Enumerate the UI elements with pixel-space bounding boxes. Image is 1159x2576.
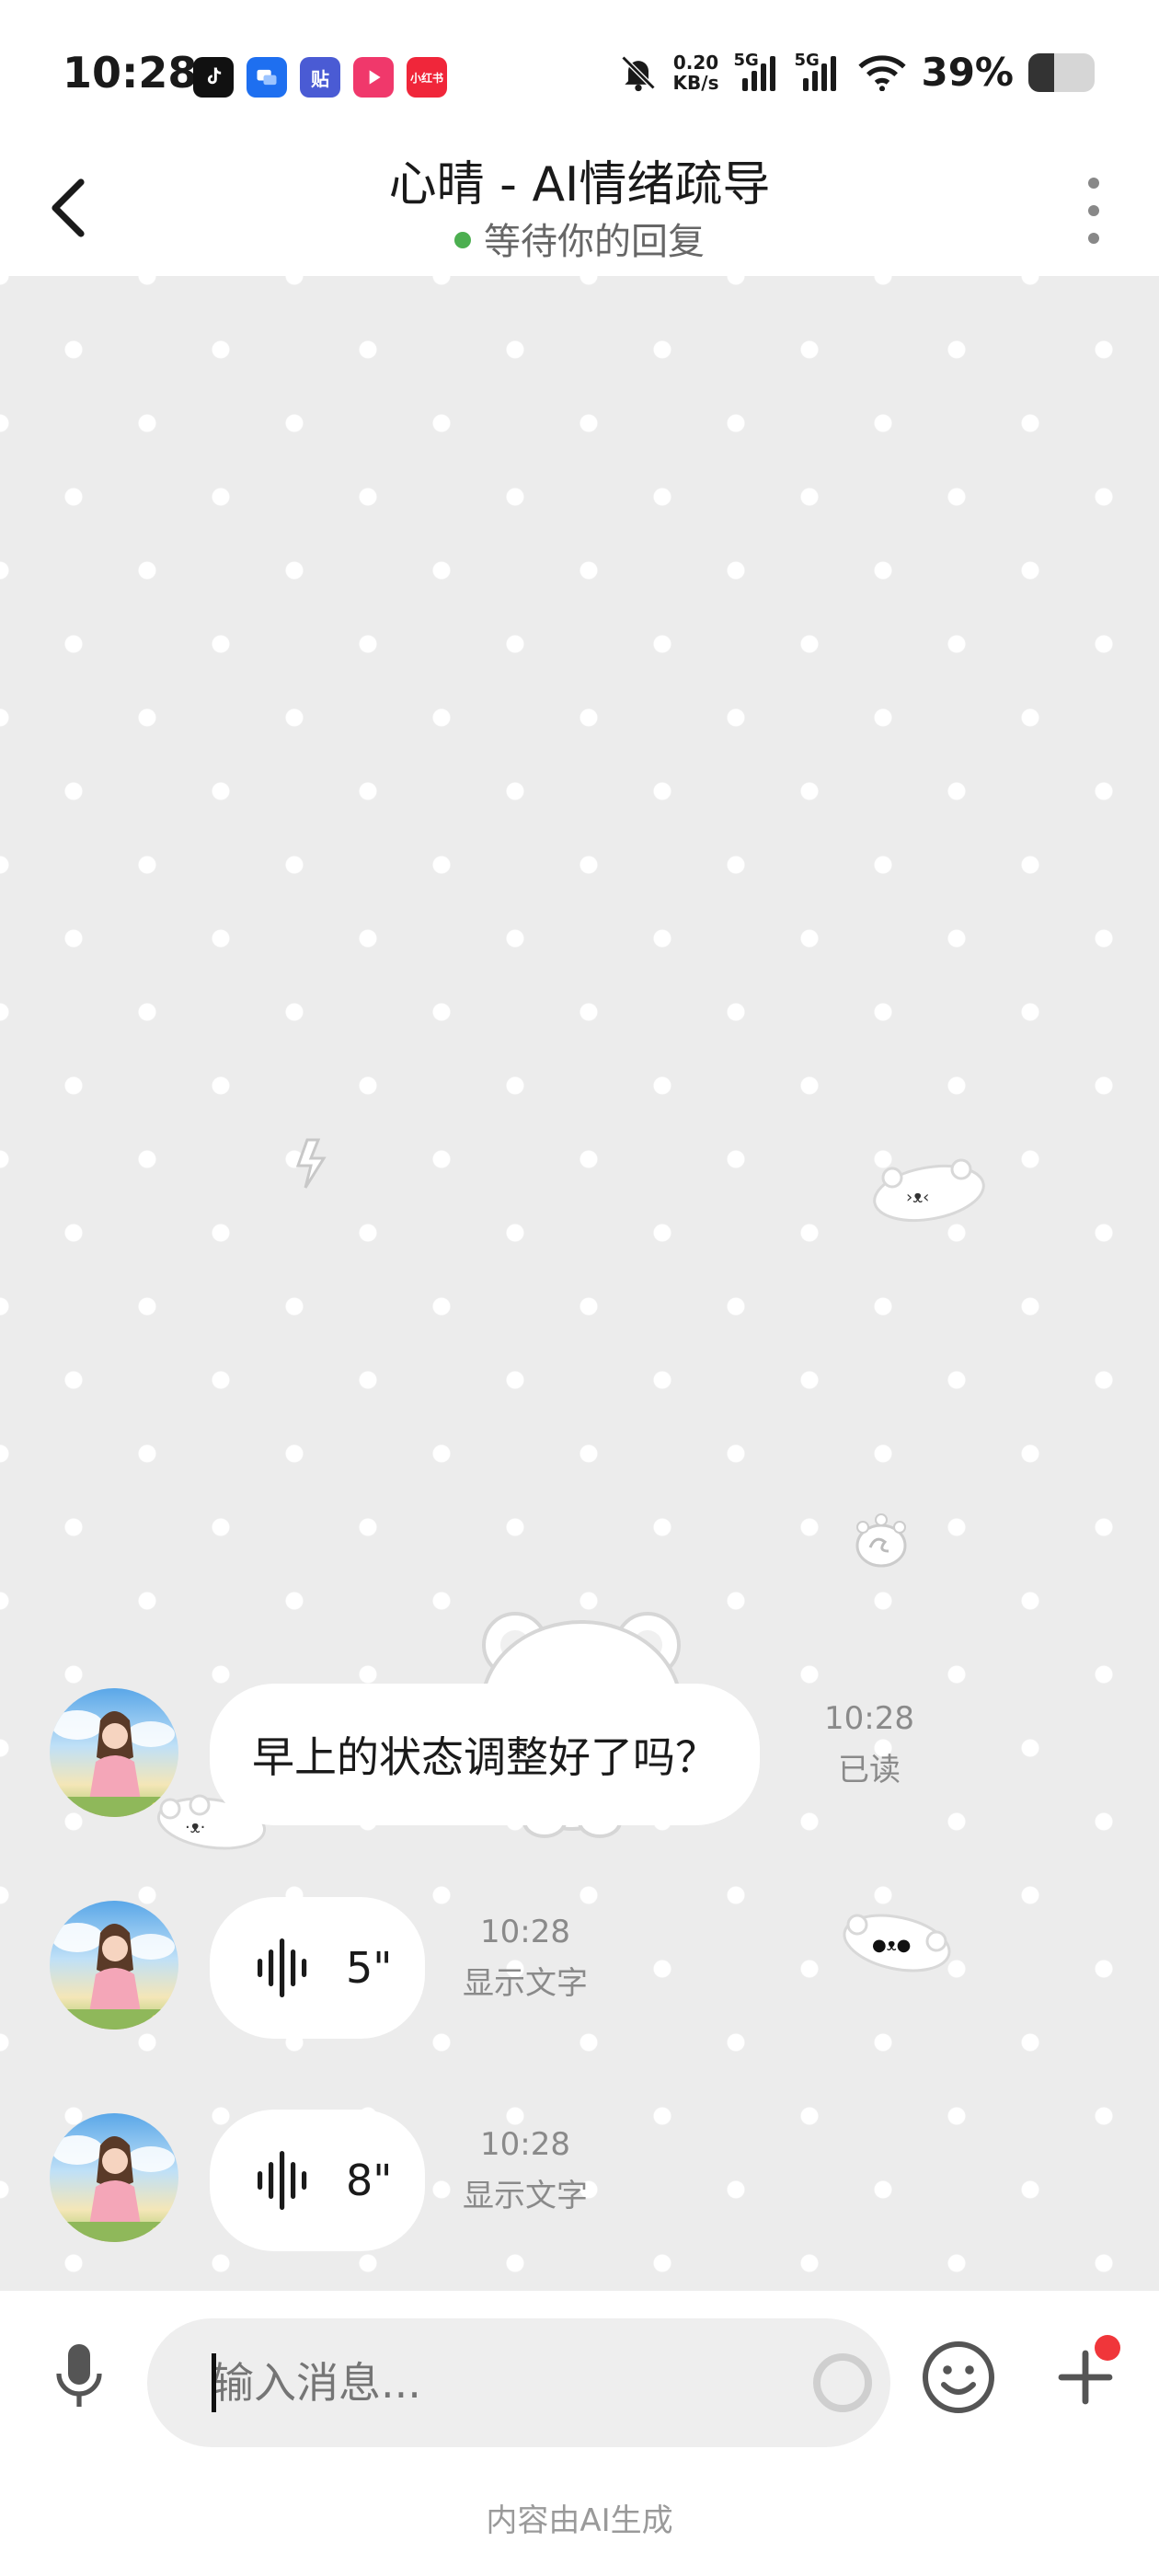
ai-avatar[interactable]	[50, 1901, 178, 2030]
text-cursor	[212, 2353, 216, 2412]
battery-icon	[1028, 52, 1095, 92]
tiktok-icon	[193, 57, 234, 98]
sparkle-icon	[295, 1138, 327, 1189]
xiaohongshu-icon: 小红书	[407, 57, 447, 98]
input-bar: 内容由AI生成	[0, 2291, 1159, 2576]
message-input[interactable]	[212, 2358, 727, 2408]
chat-status: 等待你的回复	[0, 212, 1159, 265]
smiley-icon	[923, 2341, 994, 2413]
message-meta: 10:28 已读	[809, 1693, 929, 1796]
voice-message-bubble[interactable]: 5"	[210, 1897, 425, 2039]
message-meta: 10:28 显示文字	[456, 2119, 594, 2222]
paw-icon	[855, 1513, 907, 1568]
voice-input-button[interactable]	[52, 2340, 107, 2414]
message-time: 10:28	[480, 1914, 570, 1950]
chat-area[interactable]: ›ᴥ‹ ·ᴥ· ●ᴥ● 早上的状态调整好了吗？ 10:28 已读 5" 10:2…	[0, 276, 1159, 2291]
svg-text:●ᴥ●: ●ᴥ●	[872, 1936, 911, 1955]
emoji-button[interactable]	[920, 2339, 997, 2416]
ai-generated-note: 内容由AI生成	[486, 2502, 673, 2539]
signal-icon: 5G	[794, 50, 843, 91]
status-time: 10:28	[63, 48, 198, 98]
battery-fill	[1028, 52, 1055, 92]
svg-text:·ᴥ·: ·ᴥ·	[185, 1818, 205, 1837]
voice-wave-icon	[258, 2151, 307, 2210]
voice-duration: 5"	[346, 1943, 393, 1993]
mute-bell-icon	[621, 55, 655, 91]
network-speed-value: 0.20	[672, 51, 719, 74]
voice-wave-icon	[258, 1938, 307, 1997]
voice-message-bubble[interactable]: 8"	[210, 2110, 425, 2251]
notification-app-icons: 贴 小红书	[193, 57, 447, 98]
avatar-girl-image	[50, 1710, 178, 1817]
small-bear-icon: ›ᴥ‹	[873, 1158, 985, 1222]
tieba-icon-text: 贴	[311, 67, 329, 90]
message-meta: 10:28 显示文字	[456, 1906, 594, 2009]
voice-duration: 8"	[346, 2156, 393, 2205]
tieba-icon: 贴	[300, 57, 340, 98]
ai-avatar[interactable]	[50, 2113, 178, 2242]
svg-text:›ᴥ‹: ›ᴥ‹	[906, 1188, 929, 1207]
message-text: 早上的状态调整好了吗？	[252, 1732, 717, 1782]
notification-dot	[1095, 2335, 1120, 2361]
chat-status-text: 等待你的回复	[484, 221, 705, 263]
message-input-field[interactable]	[147, 2318, 890, 2447]
microphone-icon	[56, 2344, 102, 2407]
avatar-girl-image	[50, 1923, 178, 2030]
chat-icon	[247, 57, 287, 98]
status-bar: 10:28 贴 小红书 0.20 KB/s 5G 5G 39%	[0, 0, 1159, 138]
network-speed: 0.20 KB/s	[673, 52, 719, 93]
signal-label: 5G	[794, 50, 820, 70]
status-indicators: 0.20 KB/s 5G 5G 39%	[618, 50, 1095, 95]
signal-label: 5G	[733, 50, 759, 70]
message-time: 10:28	[824, 1700, 914, 1737]
avatar-girl-image	[50, 2135, 178, 2242]
small-bear-icon: ●ᴥ●	[843, 1914, 951, 1972]
video-icon	[353, 57, 394, 98]
read-status: 已读	[838, 1752, 901, 1788]
ai-avatar[interactable]	[50, 1688, 178, 1817]
more-options-button[interactable]	[1080, 169, 1107, 252]
show-text-button[interactable]: 显示文字	[456, 2170, 594, 2222]
signal-icon: 5G	[733, 50, 779, 91]
ai-assist-icon[interactable]	[813, 2353, 872, 2412]
message-bubble[interactable]: 早上的状态调整好了吗？	[210, 1684, 760, 1825]
online-status-dot	[454, 232, 471, 248]
battery-percent: 39%	[921, 50, 1014, 95]
network-speed-unit: KB/s	[672, 71, 719, 94]
xiaohongshu-icon-text: 小红书	[409, 71, 443, 85]
message-time: 10:28	[480, 2126, 570, 2163]
chat-title: 心晴 - AI情绪疏导	[388, 157, 771, 213]
chat-header: 心晴 - AI情绪疏导 等待你的回复	[0, 138, 1159, 276]
wifi-icon	[858, 54, 907, 91]
show-text-button[interactable]: 显示文字	[456, 1958, 594, 2009]
